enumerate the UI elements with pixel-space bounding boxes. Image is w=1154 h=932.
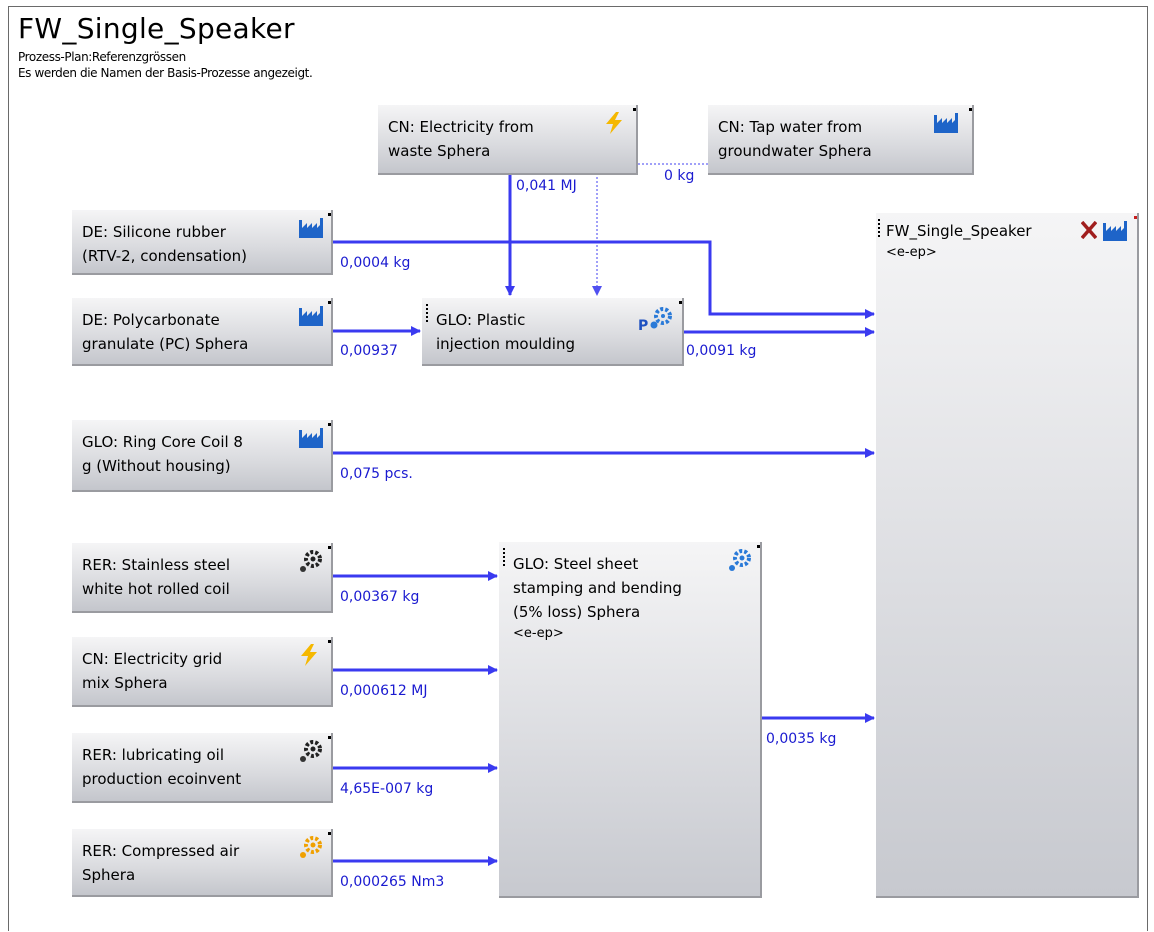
factory-icon: [299, 218, 323, 238]
process-rer-compressed-air[interactable]: RER: Compressed air Sphera: [72, 829, 333, 897]
process-rer-lubricating[interactable]: RER: lubricating oil production ecoinven…: [72, 733, 333, 803]
flow-label-grid: 0,000612 MJ: [340, 683, 428, 699]
svg-text:P: P: [638, 318, 648, 332]
status-mark: [633, 108, 636, 111]
status-mark: [969, 108, 972, 111]
process-tag: <e-ep>: [513, 626, 564, 641]
process-label: GLO: Ring Core Coil 8 g (Without housing…: [82, 433, 243, 475]
flow-label-plastic: 0,0091 kg: [686, 343, 757, 359]
status-mark: [328, 640, 331, 643]
flow-label-lubricating: 4,65E-007 kg: [340, 781, 434, 797]
process-fw-single-speaker[interactable]: FW_Single_Speaker <e-ep>: [876, 213, 1139, 898]
status-mark: [1134, 216, 1137, 219]
process-label: RER: lubricating oil production ecoinven…: [82, 746, 242, 788]
process-de-silicone[interactable]: DE: Silicone rubber (RTV-2, condensation…: [72, 210, 333, 275]
status-mark: [328, 736, 331, 739]
process-cn-tap-water[interactable]: CN: Tap water from groundwater Sphera: [708, 105, 974, 175]
process-glo-steel-sheet[interactable]: GLO: Steel sheet stamping and bending (5…: [499, 542, 762, 898]
process-label: DE: Polycarbonate granulate (PC) Sphera: [82, 311, 249, 353]
p-gear-icon: P: [638, 307, 672, 332]
process-label: CN: Electricity from waste Sphera: [388, 118, 534, 160]
process-cn-electricity-grid[interactable]: CN: Electricity grid mix Sphera: [72, 637, 333, 707]
factory-icon: [299, 428, 323, 448]
process-glo-ring-core[interactable]: GLO: Ring Core Coil 8 g (Without housing…: [72, 420, 333, 492]
factory-icon: [934, 113, 958, 133]
status-mark: [328, 546, 331, 549]
status-mark: [757, 545, 760, 548]
status-mark: [679, 301, 682, 304]
gear-icon: [729, 549, 751, 571]
x-mark-icon: [1081, 221, 1097, 239]
process-rer-stainless[interactable]: RER: Stainless steel white hot rolled co…: [72, 543, 333, 613]
fixed-marker: [426, 304, 428, 322]
gear-icon: [300, 836, 322, 858]
flow-label-stainless: 0,00367 kg: [340, 589, 420, 605]
flow-label-ring-core: 0,075 pcs.: [340, 466, 413, 482]
process-de-polycarbonate[interactable]: DE: Polycarbonate granulate (PC) Sphera: [72, 298, 333, 366]
flow-label-compressed-air: 0,000265 Nm3: [340, 874, 445, 890]
flow-label-tap-water: 0 kg: [664, 168, 695, 184]
factory-icon: [1103, 221, 1127, 241]
process-tag: <e-ep>: [886, 245, 937, 260]
process-label: GLO: Steel sheet stamping and bending (5…: [513, 555, 682, 621]
process-label: CN: Electricity grid mix Sphera: [82, 650, 223, 692]
fixed-marker: [878, 219, 880, 237]
factory-icon: [299, 306, 323, 326]
process-label: DE: Silicone rubber (RTV-2, condensation…: [82, 223, 247, 265]
process-label: RER: Stainless steel white hot rolled co…: [82, 556, 231, 598]
fixed-marker: [503, 548, 505, 566]
status-mark: [328, 423, 331, 426]
status-mark: [328, 301, 331, 304]
process-cn-electricity-waste[interactable]: CN: Electricity from waste Sphera: [378, 105, 638, 175]
process-glo-plastic[interactable]: GLO: Plastic injection moulding P: [422, 298, 684, 366]
lightning-icon: [301, 644, 317, 666]
flow-label-silicone: 0,0004 kg: [340, 255, 411, 271]
gear-icon: [300, 550, 322, 572]
flow-label-steel-sheet: 0,0035 kg: [766, 731, 837, 747]
flow-label-electricity-waste: 0,041 MJ: [516, 178, 577, 194]
gear-icon: [300, 740, 322, 762]
flow-label-polycarbonate: 0,00937: [340, 343, 398, 359]
process-label: CN: Tap water from groundwater Sphera: [718, 118, 872, 160]
status-mark: [328, 213, 331, 216]
status-mark: [328, 832, 331, 835]
lightning-icon: [606, 112, 622, 134]
process-label: RER: Compressed air Sphera: [82, 842, 240, 884]
